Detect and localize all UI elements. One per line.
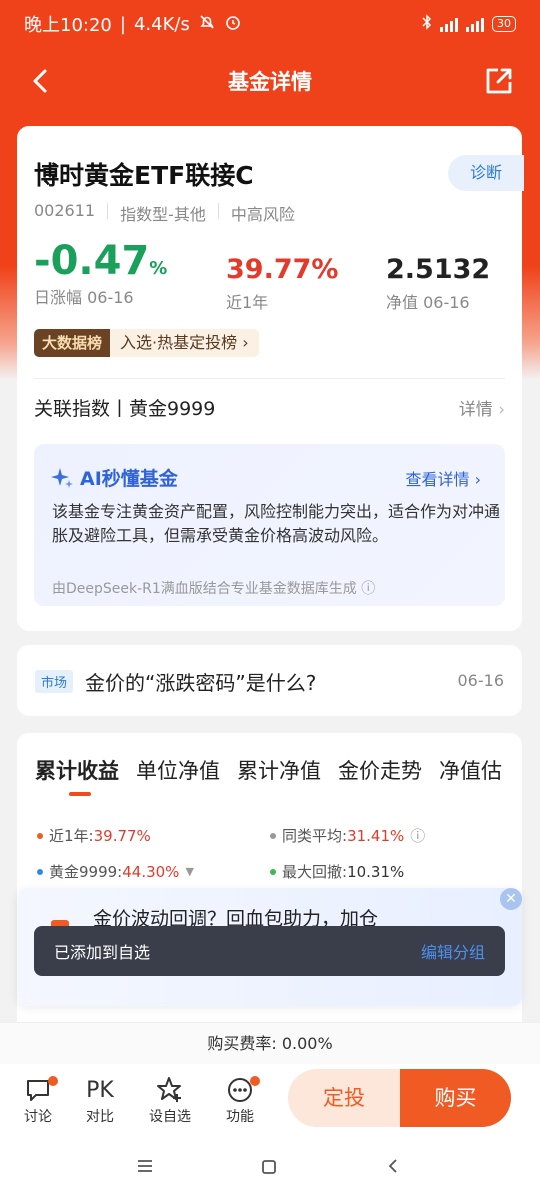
nav-label: 净值 06-16 (386, 293, 470, 312)
diagnose-button[interactable]: 诊断 (448, 155, 524, 191)
news-tag: 市场 (35, 670, 74, 693)
info-icon[interactable]: ⓘ (410, 825, 425, 846)
ai-title: AI秒懂基金 (50, 464, 178, 491)
info-icon[interactable]: ⓘ (361, 581, 375, 597)
status-bar: 晚上10:20 | 4.4K/s 30 (0, 0, 540, 48)
legend-max-drawdown: 最大回撤: 10.31% (270, 861, 404, 882)
news-title: 金价的“涨跌密码”是什么? (85, 671, 317, 695)
notification-dot (48, 1076, 58, 1086)
legend-gold-index[interactable]: 黄金9999: 44.30% ▼ (37, 861, 194, 882)
chevron-right-icon: › (498, 400, 505, 420)
tab-cumulative-return[interactable]: 累计收益 (35, 755, 119, 785)
signal-icon-2 (466, 16, 484, 32)
nav-stat: 2.5132 净值 06-16 (386, 254, 490, 313)
rank-text: 入选·热基定投榜 › (110, 329, 259, 357)
fund-code: 002611 (34, 201, 96, 220)
fund-overview-card: 博时黄金ETF联接C 诊断 002611 指数型-其他 中高风险 -0.47% … (17, 126, 524, 631)
home-icon[interactable] (260, 1158, 278, 1176)
legend-year: 近1年: 39.77% (37, 825, 151, 846)
fund-type: 指数型-其他 (120, 205, 206, 224)
news-card[interactable]: 市场 金价的“涨跌密码”是什么? 06-16 (17, 645, 522, 716)
nav-value: 2.5132 (386, 254, 491, 285)
chevron-right-icon: › (242, 333, 249, 352)
daily-change-stat: -0.47% 日涨幅 06-16 (34, 238, 167, 308)
bottom-action-bar: 讨论 PK 对比 设自选 功能 定投 购买 (0, 1064, 540, 1136)
chat-bubble-icon (8, 1074, 68, 1106)
toast: 已添加到自选 编辑分组 (34, 926, 505, 976)
notification-dot (250, 1076, 260, 1086)
nav-bar: 基金详情 (0, 48, 540, 114)
ai-source-note: 由DeepSeek-R1满血版结合专业基金数据库生成 ⓘ (52, 581, 376, 597)
chart-tabs: 累计收益 单位净值 累计净值 金价走势 净值估 (35, 755, 502, 785)
legend-peer-average: 同类平均: 31.41% ⓘ (270, 825, 425, 846)
share-icon[interactable] (484, 66, 514, 96)
sparkle-icon (51, 467, 73, 488)
tab-gold-price-trend[interactable]: 金价走势 (338, 755, 422, 785)
bluetooth-icon (422, 14, 432, 34)
discuss-button[interactable]: 讨论 (8, 1074, 68, 1126)
dropdown-icon[interactable]: ▼ (185, 865, 193, 878)
more-icon (210, 1074, 270, 1106)
edit-group-button[interactable]: 编辑分组 (421, 939, 485, 963)
daily-change-label: 日涨幅 06-16 (34, 288, 134, 307)
ai-view-details-link[interactable]: 查看详情 › (406, 466, 482, 490)
toast-message: 已添加到自选 (54, 943, 151, 962)
daily-change-value: -0.47% (34, 238, 168, 284)
add-watchlist-button[interactable]: 设自选 (140, 1074, 200, 1126)
star-plus-icon (140, 1074, 200, 1106)
active-tab-indicator (69, 792, 91, 796)
related-index-row[interactable]: 关联指数丨黄金9999 详情 › (34, 394, 505, 421)
back-arrow-icon[interactable] (26, 66, 56, 96)
rank-tag[interactable]: 大数据榜 入选·热基定投榜 › (34, 329, 259, 357)
mute-bell-icon (198, 13, 216, 36)
index-details-link[interactable]: 详情 › (459, 395, 505, 420)
status-time: 晚上10:20 (24, 15, 112, 36)
fund-name: 博时黄金ETF联接C (34, 161, 254, 190)
system-nav-bar (0, 1136, 540, 1200)
functions-button[interactable]: 功能 (210, 1074, 270, 1126)
pk-icon: PK (86, 1077, 114, 1103)
page-title: 基金详情 (228, 70, 312, 94)
tab-unit-nav[interactable]: 单位净值 (136, 755, 220, 785)
year-return-value: 39.77% (226, 254, 339, 285)
buy-button[interactable]: 购买 (400, 1069, 511, 1127)
big-data-rank-badge: 大数据榜 (34, 329, 111, 357)
network-speed: 4.4K/s (133, 13, 190, 35)
signal-icon (440, 16, 458, 32)
fund-meta: 002611 指数型-其他 中高风险 (34, 201, 295, 225)
sip-button[interactable]: 定投 (288, 1069, 400, 1127)
year-return-stat: 39.77% 近1年 (226, 254, 338, 313)
related-index-label: 关联指数丨黄金9999 (34, 398, 216, 420)
ai-summary-box: AI秒懂基金 查看详情 › 该基金专注黄金资产配置，风险控制能力突出，适合作为对… (34, 444, 505, 606)
year-return-label: 近1年 (226, 293, 269, 312)
battery-icon: 30 (492, 16, 516, 32)
ai-summary-text: 该基金专注黄金资产配置，风险控制能力突出，适合作为对冲通胀及避险工具，但需承受黄… (52, 502, 501, 545)
back-icon[interactable] (384, 1157, 402, 1175)
purchase-fee-bar: 购买费率: 0.00% (0, 1022, 540, 1064)
close-icon[interactable]: ✕ (500, 888, 522, 910)
menu-icon[interactable] (136, 1158, 154, 1174)
tab-cumulative-nav[interactable]: 累计净值 (237, 755, 321, 785)
tab-nav-estimate[interactable]: 净值估 (439, 755, 502, 785)
alarm-icon (224, 13, 242, 36)
compare-button[interactable]: PK 对比 (70, 1074, 130, 1126)
news-date: 06-16 (457, 671, 505, 690)
fund-risk: 中高风险 (230, 205, 295, 224)
